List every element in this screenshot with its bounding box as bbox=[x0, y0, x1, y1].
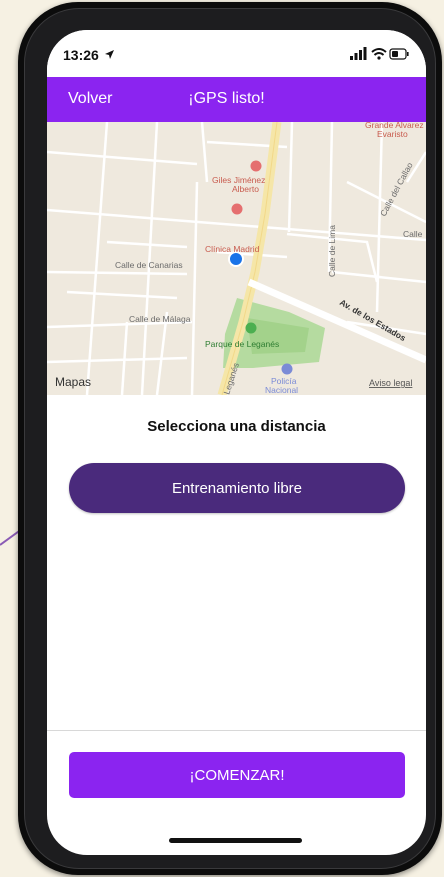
status-icons bbox=[350, 47, 409, 60]
legal-link: Aviso legal bbox=[369, 378, 412, 388]
map-label: Calle de Lima bbox=[327, 225, 337, 277]
map-label: Nacional bbox=[265, 385, 298, 395]
map-label: Calle bbox=[403, 229, 423, 239]
map-canvas: Grande Alvarez Evaristo Giles Jiménez Al… bbox=[47, 122, 426, 395]
map-label: Clínica Madrid bbox=[205, 244, 260, 254]
status-time: 13:26 bbox=[63, 47, 99, 63]
distance-heading: Selecciona una distancia bbox=[147, 418, 326, 435]
location-arrow-icon bbox=[105, 50, 114, 59]
start-button[interactable]: ¡COMENZAR! bbox=[69, 752, 405, 798]
map-label: Calle de Canarias bbox=[115, 260, 183, 270]
map-label: Evaristo bbox=[377, 129, 408, 139]
map-attribution: Mapas bbox=[55, 375, 91, 389]
wifi-icon bbox=[371, 48, 387, 60]
start-button-label: ¡COMENZAR! bbox=[189, 766, 285, 784]
signal-icon bbox=[350, 47, 367, 60]
option-label: Entrenamiento libre bbox=[171, 479, 303, 497]
divider bbox=[47, 730, 426, 731]
map-label: Parque de Leganés bbox=[205, 339, 279, 349]
map-label: Alberto bbox=[232, 184, 259, 194]
home-indicator[interactable] bbox=[169, 838, 302, 843]
status-bar: 13:26 bbox=[47, 30, 426, 77]
battery-icon bbox=[389, 48, 409, 60]
app-header: Volver ¡GPS listo! bbox=[47, 77, 426, 122]
map-view[interactable]: Grande Alvarez Evaristo Giles Jiménez Al… bbox=[47, 122, 426, 395]
poi-marker bbox=[250, 160, 262, 172]
app-screen: 13:26 Volver ¡GPS listo! Grande Alvarez … bbox=[47, 30, 426, 855]
park-marker bbox=[245, 322, 257, 334]
current-location-dot bbox=[230, 253, 242, 265]
police-marker bbox=[281, 363, 293, 375]
option-free-training[interactable]: Entrenamiento libre bbox=[69, 463, 405, 513]
page-title: ¡GPS listo! bbox=[188, 90, 265, 107]
poi-marker bbox=[231, 203, 243, 215]
map-label: Calle de Málaga bbox=[129, 314, 191, 324]
